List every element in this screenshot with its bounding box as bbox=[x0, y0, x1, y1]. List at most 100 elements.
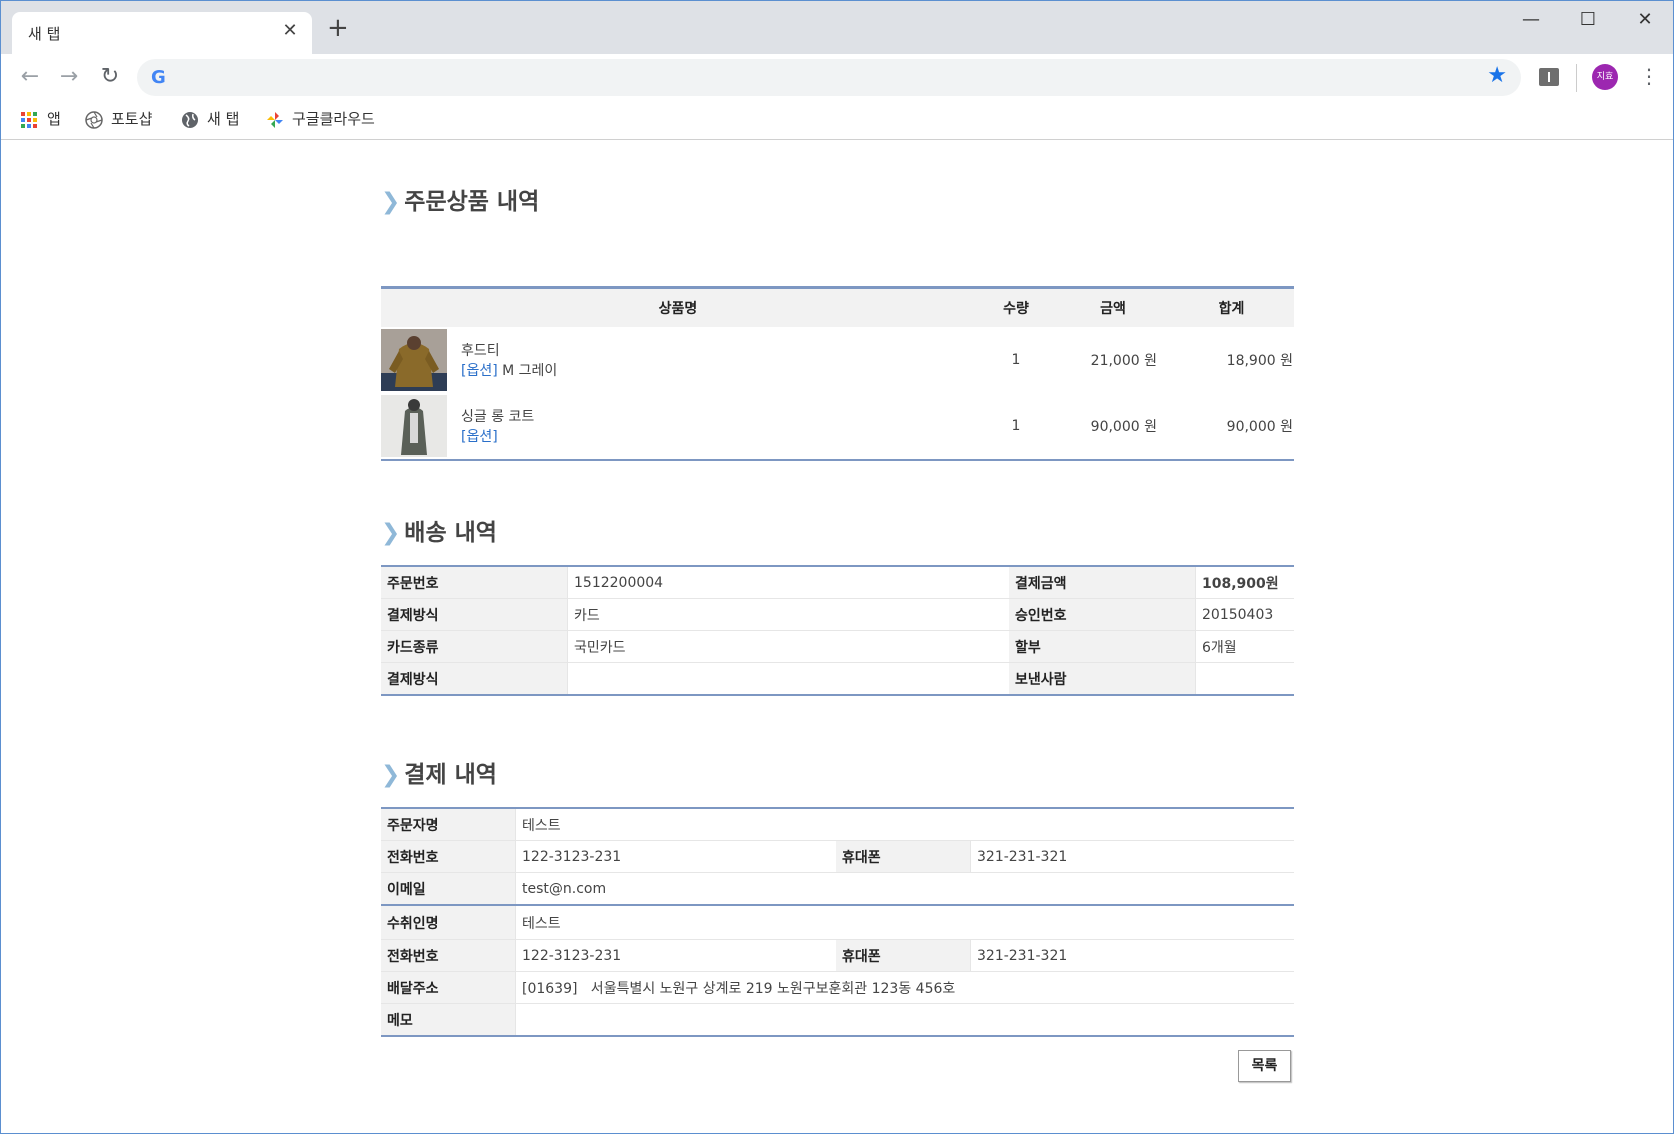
table-row: 전화번호 122-3123-231 휴대폰 321-231-321 bbox=[381, 939, 1294, 972]
tab-title: 새 탭 bbox=[28, 25, 61, 43]
orderer-phone-label: 전화번호 bbox=[381, 840, 516, 873]
price-cell: 90,000 원 bbox=[1090, 419, 1157, 435]
google-icon: G bbox=[151, 67, 166, 88]
approval-number-value: 20150403 bbox=[1195, 598, 1294, 631]
order-number-value: 1512200004 bbox=[567, 566, 1009, 599]
card-type-value: 국민카드 bbox=[567, 630, 1009, 663]
column-header-total: 합계 bbox=[1169, 287, 1294, 327]
browser-window: 새 탭 ✕ + — ☐ ✕ ← → ↻ G ★ 지효 ⋮ 앱 포토샵 새 탭 구… bbox=[0, 0, 1674, 1134]
profile-avatar[interactable]: 지효 bbox=[1592, 64, 1618, 90]
chevron-right-icon: ❯ bbox=[381, 189, 401, 215]
table-row: 이메일 test@n.com bbox=[381, 872, 1294, 906]
address-value: [01639] 서울특별시 노원구 상계로 219 노원구보훈회관 123동 4… bbox=[515, 971, 1294, 1004]
recipient-name-value: 테스트 bbox=[515, 905, 1294, 940]
option-value: M 그레이 bbox=[497, 363, 558, 379]
column-header-name: 상품명 bbox=[381, 287, 975, 327]
chevron-right-icon: ❯ bbox=[381, 520, 401, 546]
qty-cell: 1 bbox=[1011, 352, 1021, 368]
minimize-icon[interactable]: — bbox=[1511, 9, 1551, 30]
total-cell: 90,000 원 bbox=[1226, 419, 1293, 435]
memo-label: 메모 bbox=[381, 1003, 516, 1037]
payment-table: 주문자명 테스트 전화번호 122-3123-231 휴대폰 321-231-3… bbox=[381, 807, 1294, 1037]
payment-method-value: 카드 bbox=[567, 598, 1009, 631]
total-cell: 18,900 원 bbox=[1226, 353, 1293, 369]
email-value: test@n.com bbox=[515, 872, 1294, 906]
bookmark-star-icon[interactable]: ★ bbox=[1487, 63, 1507, 88]
recipient-mobile-value: 321-231-321 bbox=[970, 939, 1294, 972]
recipient-name-label: 수취인명 bbox=[381, 905, 516, 940]
table-row: 싱글 롱 코트 [옵션] 1 90,000 원 90,000 원 bbox=[381, 393, 1294, 460]
card-type-label: 카드종류 bbox=[381, 630, 568, 663]
bookmark-google-cloud[interactable]: 구글클라우드 bbox=[266, 108, 375, 129]
aperture-icon bbox=[85, 110, 103, 129]
bookmark-label: 포토샵 bbox=[111, 110, 153, 128]
bookmark-label: 구글클라우드 bbox=[292, 110, 375, 128]
order-number-label: 주문번호 bbox=[381, 566, 568, 599]
order-items-table: 상품명 수량 금액 합계 후드티 [옵션] M 그레이 1 21,000 원 1… bbox=[381, 286, 1294, 461]
globe-icon bbox=[182, 111, 198, 128]
reload-icon[interactable]: ↻ bbox=[95, 64, 125, 89]
column-header-price: 금액 bbox=[1057, 287, 1169, 327]
extension-icon[interactable] bbox=[1539, 68, 1559, 86]
chevron-right-icon: ❯ bbox=[381, 762, 401, 788]
option-label: [옵션] bbox=[461, 363, 498, 379]
tab-strip: 새 탭 ✕ + — ☐ ✕ bbox=[1, 1, 1673, 54]
list-button[interactable]: 목록 bbox=[1238, 1050, 1291, 1082]
bookmark-new-tab[interactable]: 새 탭 bbox=[181, 108, 239, 129]
table-header-row: 상품명 수량 금액 합계 bbox=[381, 287, 1294, 327]
toolbar-divider bbox=[1576, 64, 1577, 92]
new-tab-button[interactable]: + bbox=[327, 15, 349, 41]
payment-amount-value: 108,900원 bbox=[1195, 566, 1294, 599]
product-name[interactable]: 싱글 롱 코트 bbox=[461, 406, 974, 426]
orderer-phone-value: 122-3123-231 bbox=[515, 840, 836, 873]
bookmarks-bar: 앱 포토샵 새 탭 구글클라우드 bbox=[1, 104, 1673, 140]
table-row: 전화번호 122-3123-231 휴대폰 321-231-321 bbox=[381, 840, 1294, 873]
recipient-mobile-label: 휴대폰 bbox=[836, 939, 971, 972]
orderer-name-value: 테스트 bbox=[515, 808, 1294, 841]
bookmark-apps[interactable]: 앱 bbox=[21, 108, 61, 129]
back-icon[interactable]: ← bbox=[15, 64, 45, 89]
shipping-table: 주문번호 1512200004 결제금액 108,900원 결제방식 카드 승인… bbox=[381, 565, 1294, 696]
close-tab-icon[interactable]: ✕ bbox=[280, 20, 300, 41]
table-row: 후드티 [옵션] M 그레이 1 21,000 원 18,900 원 bbox=[381, 327, 1294, 393]
bookmark-photoshop[interactable]: 포토샵 bbox=[85, 108, 152, 129]
table-row: 메모 bbox=[381, 1003, 1294, 1037]
table-row: 카드종류 국민카드 할부 6개월 bbox=[381, 630, 1294, 663]
product-image-cell bbox=[381, 327, 447, 393]
forward-icon[interactable]: → bbox=[54, 64, 84, 89]
table-row: 주문번호 1512200004 결제금액 108,900원 bbox=[381, 566, 1294, 599]
product-thumbnail[interactable] bbox=[381, 395, 447, 457]
product-name-cell: 후드티 [옵션] M 그레이 bbox=[447, 327, 975, 393]
table-row: 결제방식 보낸사람 bbox=[381, 662, 1294, 696]
shipping-title: ❯ 배송 내역 bbox=[381, 520, 497, 546]
memo-value bbox=[515, 1003, 1294, 1037]
orderer-mobile-label: 휴대폰 bbox=[836, 840, 971, 873]
email-label: 이메일 bbox=[381, 872, 516, 906]
payment-title: ❯ 결제 내역 bbox=[381, 762, 497, 788]
tab-new-tab[interactable]: 새 탭 ✕ bbox=[12, 12, 312, 54]
product-name-cell: 싱글 롱 코트 [옵션] bbox=[447, 393, 975, 460]
maximize-icon[interactable]: ☐ bbox=[1568, 9, 1608, 30]
table-row: 수취인명 테스트 bbox=[381, 905, 1294, 940]
recipient-phone-label: 전화번호 bbox=[381, 939, 516, 972]
payment-method-label: 결제방식 bbox=[381, 598, 568, 631]
orderer-mobile-value: 321-231-321 bbox=[970, 840, 1294, 873]
pinwheel-icon bbox=[267, 111, 283, 128]
menu-icon[interactable]: ⋮ bbox=[1639, 64, 1659, 88]
payment-method-label-2: 결제방식 bbox=[381, 662, 568, 696]
product-name[interactable]: 후드티 bbox=[461, 340, 974, 360]
bookmark-label: 앱 bbox=[47, 110, 61, 128]
column-header-qty: 수량 bbox=[975, 287, 1057, 327]
price-cell: 21,000 원 bbox=[1090, 353, 1157, 369]
table-row: 결제방식 카드 승인번호 20150403 bbox=[381, 598, 1294, 631]
apps-grid-icon bbox=[21, 111, 37, 128]
close-window-icon[interactable]: ✕ bbox=[1625, 9, 1665, 30]
address-bar[interactable]: G ★ bbox=[137, 59, 1521, 96]
sender-label: 보낸사람 bbox=[1009, 662, 1196, 696]
address-label: 배달주소 bbox=[381, 971, 516, 1004]
product-thumbnail[interactable] bbox=[381, 329, 447, 391]
recipient-phone-value: 122-3123-231 bbox=[515, 939, 836, 972]
installment-label: 할부 bbox=[1009, 630, 1196, 663]
payment-amount-label: 결제금액 bbox=[1009, 566, 1196, 599]
approval-number-label: 승인번호 bbox=[1009, 598, 1196, 631]
